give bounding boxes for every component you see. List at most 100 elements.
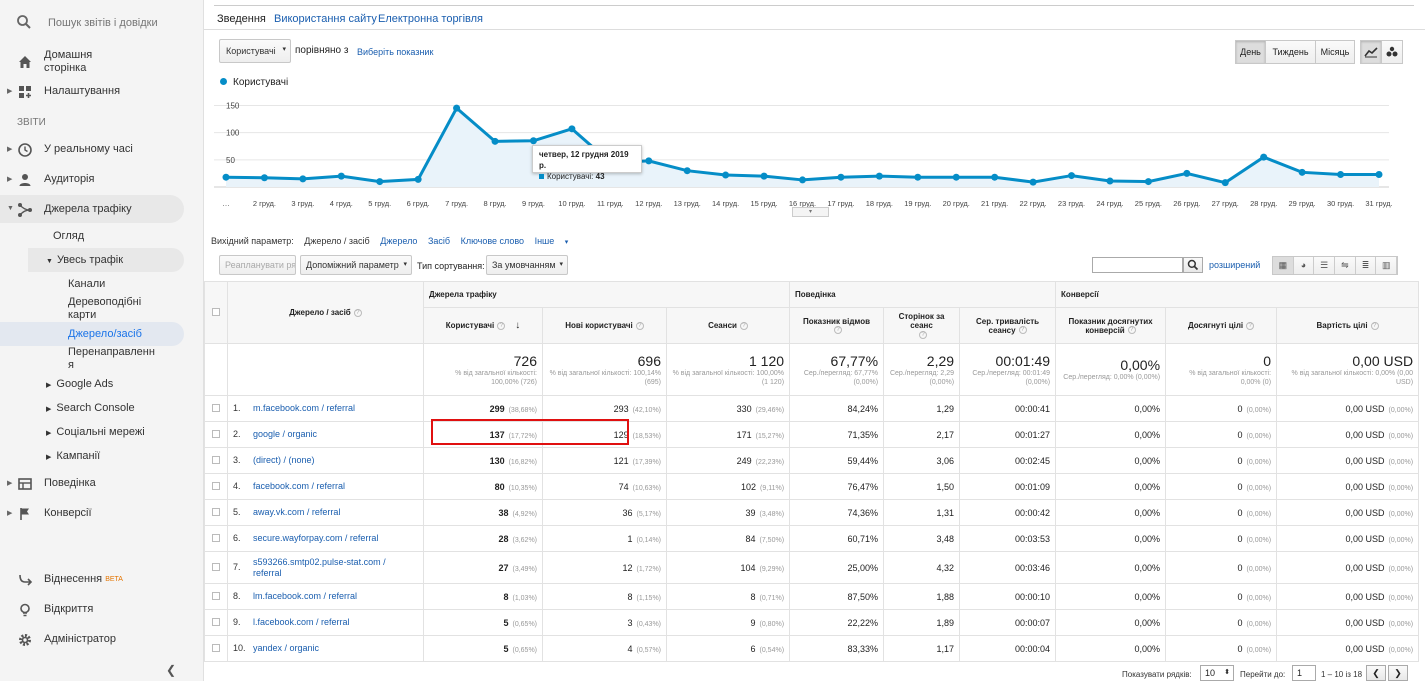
collapse-sidebar-icon[interactable]: ❮ xyxy=(166,663,176,677)
select-metric-link[interactable]: Виберіть показник xyxy=(357,47,433,57)
source-medium-link[interactable]: secure.wayforpay.com / referral xyxy=(253,533,378,544)
data-point[interactable] xyxy=(722,171,730,179)
col-new-users[interactable]: Нові користувачі? xyxy=(542,307,667,344)
sidebar-item-treemaps[interactable]: Деревоподібні карти xyxy=(68,296,158,322)
data-point[interactable] xyxy=(299,175,307,183)
line-chart-button[interactable] xyxy=(1360,40,1382,64)
data-point[interactable] xyxy=(683,167,691,175)
table-row[interactable]: 7. s593266.smtp02.pulse-stat.com / referr… xyxy=(204,551,1420,584)
sidebar-item-admin[interactable]: Адміністратор xyxy=(0,632,204,648)
sidebar-item-behavior[interactable]: ▶ Поведінка xyxy=(0,476,204,492)
sidebar-item-home[interactable]: Домашня сторінка xyxy=(0,48,204,76)
table-row[interactable]: 3. (direct) / (none) 130 (16,82%) 121 (17,39%… xyxy=(204,447,1420,474)
tab-ecommerce[interactable]: Електронна торгівля xyxy=(378,13,483,25)
prev-page-button[interactable]: ❮ xyxy=(1366,665,1386,681)
week-button[interactable]: Тиждень xyxy=(1265,40,1316,64)
row-checkbox[interactable] xyxy=(212,617,220,626)
row-checkbox[interactable] xyxy=(212,591,220,600)
comparison-view-icon[interactable]: ⇋ xyxy=(1335,257,1356,274)
row-checkbox[interactable] xyxy=(212,403,220,412)
source-medium-link[interactable]: google / organic xyxy=(253,429,317,440)
data-point[interactable] xyxy=(1029,178,1037,186)
data-point[interactable] xyxy=(491,137,499,145)
data-point[interactable] xyxy=(260,174,268,182)
sidebar-item-campaigns[interactable]: ▶ Кампанії xyxy=(46,450,100,464)
table-row[interactable]: 4. facebook.com / referral 80 (10,35%) 74 (10… xyxy=(204,473,1420,500)
table-row[interactable]: 1. m.facebook.com / referral 299 (38,68%) 29… xyxy=(204,395,1420,422)
sidebar-item-referrals[interactable]: Перенаправлення xyxy=(68,346,160,372)
source-medium-link[interactable]: lm.facebook.com / referral xyxy=(253,591,357,602)
col-conversion-rate[interactable]: Показник досягнутих конверсій? xyxy=(1055,307,1167,344)
table-search-button[interactable] xyxy=(1183,257,1203,273)
next-page-button[interactable]: ❯ xyxy=(1388,665,1408,681)
sidebar-item-overview[interactable]: Огляд xyxy=(53,230,84,243)
row-checkbox[interactable] xyxy=(212,481,220,490)
sort-type-select[interactable]: За умовчанням ▾ xyxy=(486,255,568,275)
dim-source[interactable]: Джерело xyxy=(380,236,417,246)
data-point[interactable] xyxy=(1106,177,1114,185)
select-all-checkbox[interactable] xyxy=(212,307,220,316)
day-button[interactable]: День xyxy=(1235,40,1266,64)
table-row[interactable]: 2. google / organic 137 (17,72%) 129 (18,53%)… xyxy=(204,421,1420,448)
row-checkbox[interactable] xyxy=(212,429,220,438)
row-checkbox[interactable] xyxy=(212,562,220,571)
sidebar-item-realtime[interactable]: ▶ У реальному часі xyxy=(0,142,204,158)
data-point[interactable] xyxy=(1144,178,1152,186)
data-point[interactable] xyxy=(875,172,883,180)
data-point[interactable] xyxy=(1068,172,1076,180)
advanced-link[interactable]: розширений xyxy=(1209,260,1260,270)
secondary-dimension-select[interactable]: Допоміжний параметр ▾ xyxy=(300,255,412,275)
col-bounce-rate[interactable]: Показник відмов? xyxy=(789,307,885,344)
data-point[interactable] xyxy=(1260,153,1268,161)
data-point[interactable] xyxy=(760,172,768,180)
col-avg-session-duration[interactable]: Сер. тривалість сеансу? xyxy=(959,307,1057,344)
source-medium-link[interactable]: (direct) / (none) xyxy=(253,455,315,466)
data-point[interactable] xyxy=(991,173,999,181)
row-checkbox[interactable] xyxy=(212,455,220,464)
sidebar-item-search-console[interactable]: ▶ Search Console xyxy=(46,402,135,416)
data-point[interactable] xyxy=(1337,170,1345,178)
tab-site-usage[interactable]: Використання сайту xyxy=(274,13,377,25)
data-point[interactable] xyxy=(414,175,422,183)
row-checkbox[interactable] xyxy=(212,533,220,542)
source-medium-link[interactable]: s593266.smtp02.pulse-stat.com / referral xyxy=(253,557,413,579)
source-medium-link[interactable]: facebook.com / referral xyxy=(253,481,345,492)
col-goal-value[interactable]: Вартість цілі? xyxy=(1276,307,1420,344)
dim-other[interactable]: Інше ▾ xyxy=(535,236,577,246)
month-button[interactable]: Місяць xyxy=(1315,40,1355,64)
sidebar-item-attribution[interactable]: Віднесення BETA xyxy=(0,572,204,588)
term-cloud-view-icon[interactable]: ≣ xyxy=(1355,257,1377,274)
data-point[interactable] xyxy=(568,125,576,133)
table-row[interactable]: 8. lm.facebook.com / referral 8 (1,03%) 8 (1,… xyxy=(204,583,1420,610)
pivot-view-icon[interactable]: ▥ xyxy=(1376,257,1398,274)
data-point[interactable] xyxy=(1375,170,1383,178)
performance-view-icon[interactable]: ☰ xyxy=(1314,257,1336,274)
table-row[interactable]: 9. l.facebook.com / referral 5 (0,65%) 3 (0,4… xyxy=(204,609,1420,636)
dim-source-medium[interactable]: Джерело / засіб xyxy=(304,236,369,246)
sidebar-item-settings[interactable]: ▶ Налаштування xyxy=(0,84,204,100)
col-users[interactable]: Користувачі? ↓ xyxy=(423,307,543,344)
source-medium-link[interactable]: yandex / organic xyxy=(253,643,319,654)
sidebar-item-conversions[interactable]: ▶ Конверсії xyxy=(0,506,204,522)
rows-per-page-select[interactable]: 10 ⬍ xyxy=(1200,665,1234,681)
source-medium-link[interactable]: m.facebook.com / referral xyxy=(253,403,355,414)
data-point[interactable] xyxy=(799,176,806,184)
dim-keyword[interactable]: Ключове слово xyxy=(461,236,524,246)
source-medium-link[interactable]: away.vk.com / referral xyxy=(253,507,340,518)
data-point[interactable] xyxy=(645,157,653,165)
sidebar-item-social[interactable]: ▶ Соціальні мережі xyxy=(46,426,145,440)
col-pages-per-session[interactable]: Сторінок за сеанс? xyxy=(883,307,961,344)
metric-select[interactable]: Користувачі ▾ xyxy=(219,39,291,63)
sidebar-search[interactable]: Пошук звітів і довідки xyxy=(0,0,204,44)
data-point[interactable] xyxy=(222,173,230,181)
sidebar-item-audience[interactable]: ▶ Аудиторія xyxy=(0,172,204,188)
motion-chart-button[interactable] xyxy=(1381,40,1403,64)
col-source-medium[interactable]: Джерело / засіб? xyxy=(227,281,424,344)
sidebar-item-source-medium[interactable]: Джерело/засіб xyxy=(68,328,142,341)
data-point[interactable] xyxy=(1183,169,1191,177)
col-sessions[interactable]: Сеанси? xyxy=(665,307,791,344)
sidebar-item-acquisition[interactable]: ▼ Джерела трафіку xyxy=(0,202,204,218)
data-point[interactable] xyxy=(914,173,922,181)
table-row[interactable]: 6. secure.wayforpay.com / referral 28 (3,62… xyxy=(204,525,1420,552)
dim-medium[interactable]: Засіб xyxy=(428,236,450,246)
